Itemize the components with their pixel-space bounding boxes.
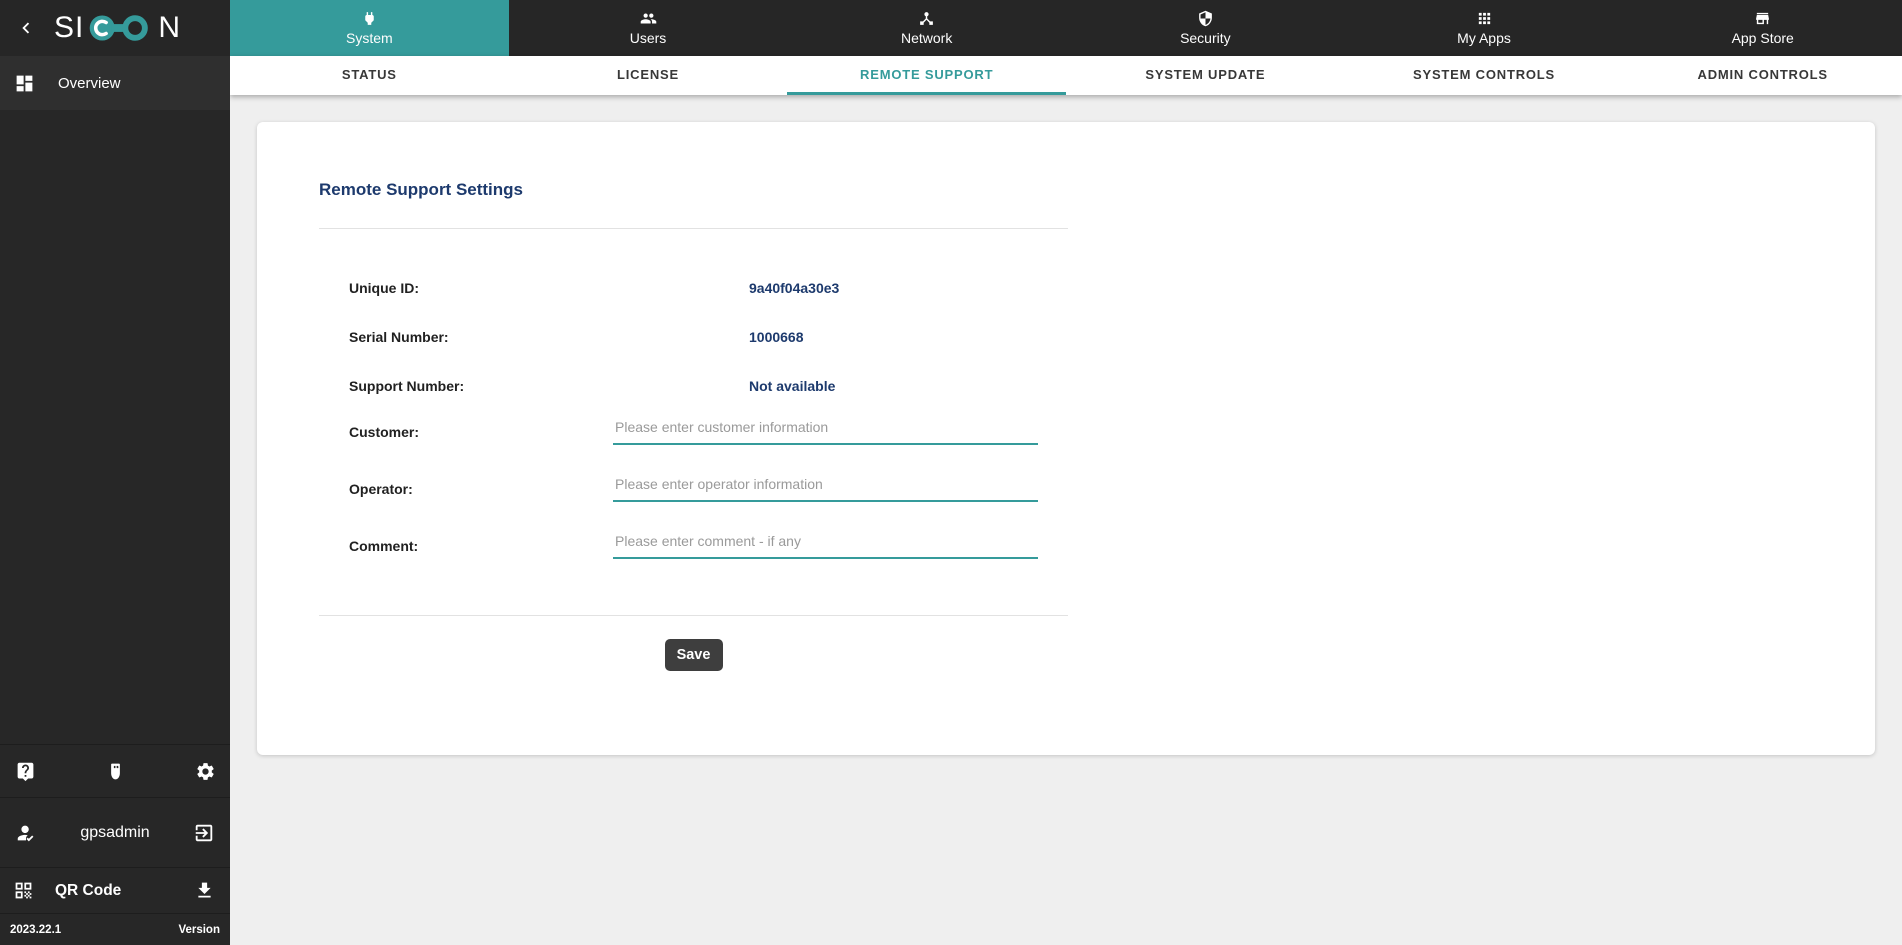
help-button[interactable] [13, 759, 37, 783]
download-icon [197, 882, 211, 898]
comment-input[interactable] [613, 533, 1038, 559]
primary-nav: System Users Network Security My Apps Ap… [230, 0, 1902, 56]
subtab-admin-controls[interactable]: ADMIN CONTROLS [1623, 56, 1902, 95]
field-label: Customer: [349, 424, 420, 440]
users-icon [640, 13, 656, 24]
chevron-left-icon [22, 22, 30, 34]
sidebar-tools-row [0, 744, 230, 797]
logout-button[interactable] [191, 820, 217, 846]
subtab-license[interactable]: LICENSE [509, 56, 788, 95]
sidebar: SI N Overview gpsadmin QR Code 2023.22.1… [0, 0, 230, 945]
power-plug-icon [365, 12, 374, 25]
divider-bottom [319, 615, 1068, 616]
field-row-unique-id: Unique ID: 9a40f04a30e3 [319, 277, 1068, 299]
account-button[interactable] [13, 820, 39, 846]
field-label: Support Number: [349, 378, 465, 394]
store-icon [1756, 12, 1770, 25]
tab-my-apps[interactable]: My Apps [1345, 0, 1624, 56]
sicon-logo: SI N [54, 7, 181, 49]
field-label: Serial Number: [349, 329, 449, 345]
operator-input[interactable] [613, 476, 1038, 502]
network-hub-icon [920, 12, 934, 25]
tab-network[interactable]: Network [787, 0, 1066, 56]
main-area: System Users Network Security My Apps Ap… [230, 0, 1902, 945]
username-label: gpsadmin [80, 823, 150, 841]
qr-code-label: QR Code [55, 881, 122, 899]
app-window: SI N Overview gpsadmin QR Code 2023.22.1… [0, 0, 1902, 945]
tab-security[interactable]: Security [1066, 0, 1345, 56]
dashboard-icon [16, 75, 33, 91]
serial-number-value: 1000668 [749, 329, 804, 345]
remote-support-card: Remote Support Settings Unique ID: 9a40f… [257, 122, 1875, 755]
tab-label: My Apps [1457, 30, 1511, 46]
field-label: Unique ID: [349, 280, 419, 296]
tab-label: App Store [1731, 30, 1794, 46]
tab-label: System [345, 30, 393, 46]
tab-users[interactable]: Users [509, 0, 788, 56]
person-check-icon [17, 825, 34, 841]
page-title: Remote Support Settings [319, 180, 524, 199]
sidebar-account-row: gpsadmin [0, 797, 230, 867]
apps-grid-icon [1478, 12, 1490, 25]
field-row-support-number: Support Number: Not available [319, 375, 1068, 397]
subtab-system-controls[interactable]: SYSTEM CONTROLS [1345, 56, 1624, 95]
sidebar-version-row: 2023.22.1 Version [0, 913, 230, 945]
field-row-operator: Operator: [319, 462, 1068, 502]
field-label: Operator: [349, 481, 413, 497]
tab-label: Security [1180, 30, 1231, 46]
remote-support-form: Unique ID: 9a40f04a30e3 Serial Number: 1… [319, 277, 1068, 559]
usb-button[interactable] [103, 759, 127, 783]
shield-icon [1198, 10, 1212, 27]
usb-icon [110, 763, 120, 779]
link-circles-icon [90, 15, 149, 41]
subtab-system-update[interactable]: SYSTEM UPDATE [1066, 56, 1345, 95]
tab-app-store[interactable]: App Store [1623, 0, 1902, 56]
version-label: Version [178, 923, 220, 936]
content-area: Remote Support Settings Unique ID: 9a40f… [230, 95, 1902, 945]
logo-text-suffix: N [158, 11, 182, 44]
tab-label: Users [629, 30, 667, 46]
logout-icon [195, 824, 213, 841]
tab-label: Network [901, 30, 953, 46]
unique-id-value: 9a40f04a30e3 [749, 280, 840, 296]
support-number-value: Not available [749, 378, 836, 394]
logo-text-prefix: SI [54, 11, 85, 44]
sidebar-item-overview[interactable]: Overview [0, 56, 230, 110]
settings-gear-icon [196, 762, 214, 780]
sidebar-header: SI N [0, 0, 230, 56]
sidebar-item-label: Overview [58, 74, 121, 92]
tab-system[interactable]: System [230, 0, 509, 56]
field-row-serial-number: Serial Number: 1000668 [319, 326, 1068, 348]
back-button[interactable] [14, 16, 38, 40]
subtab-remote-support[interactable]: REMOTE SUPPORT [787, 56, 1067, 95]
divider-top [319, 228, 1068, 229]
save-button[interactable]: Save [664, 639, 723, 671]
sidebar-qr-row[interactable]: QR Code [0, 867, 230, 913]
qr-code-icon [15, 882, 32, 899]
subtab-status[interactable]: STATUS [230, 56, 509, 95]
secondary-nav: STATUS LICENSE REMOTE SUPPORT SYSTEM UPD… [230, 56, 1902, 95]
field-row-customer: Customer: [319, 405, 1068, 445]
download-button[interactable] [191, 878, 217, 904]
field-row-comment: Comment: [319, 519, 1068, 559]
help-icon [17, 762, 33, 781]
settings-button[interactable] [193, 759, 217, 783]
customer-input[interactable] [613, 419, 1038, 445]
field-label: Comment: [349, 538, 419, 554]
version-value: 2023.22.1 [10, 923, 62, 936]
